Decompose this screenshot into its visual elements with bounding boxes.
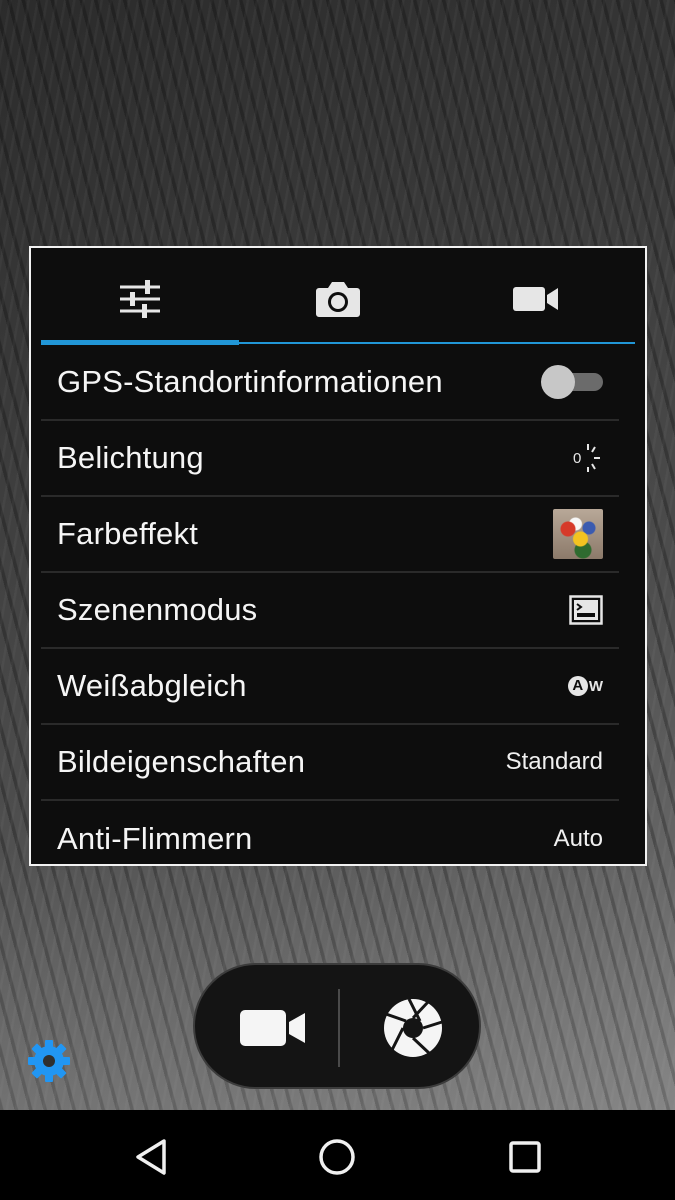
setting-label: Anti-Flimmern [57, 821, 253, 856]
nav-back-button[interactable] [126, 1132, 176, 1182]
aperture-icon [384, 998, 443, 1057]
home-circle-icon [319, 1139, 355, 1175]
navigation-bar [0, 1110, 675, 1200]
gps-toggle[interactable] [541, 365, 603, 399]
tab-general-settings[interactable] [41, 256, 239, 342]
capture-controls [193, 963, 481, 1089]
settings-tab-bar [41, 256, 635, 342]
setting-value: Auto [553, 825, 603, 852]
tab-photo-settings[interactable] [239, 256, 437, 342]
videocam-icon [240, 1010, 305, 1046]
setting-label: Weißabgleich [57, 668, 247, 703]
setting-exposure[interactable]: Belichtung 0 [41, 421, 619, 497]
setting-value: Standard [505, 748, 603, 775]
setting-label: Farbeffekt [57, 516, 199, 551]
setting-gps[interactable]: GPS-Standortinformationen [41, 345, 619, 421]
tab-video-settings[interactable] [437, 256, 635, 342]
setting-picture-properties[interactable]: Bildeigenschaften Standard [41, 725, 619, 801]
setting-label: Belichtung [57, 440, 204, 475]
shutter-button[interactable] [365, 991, 461, 1065]
nav-recents-button[interactable] [500, 1132, 550, 1182]
scene-mode-icon [569, 595, 603, 625]
color-effect-thumbnail [553, 509, 603, 559]
auto-white-balance-icon: A W [567, 676, 603, 696]
awb-letter: A [567, 676, 588, 696]
exposure-value: 0 [573, 450, 582, 467]
nav-home-button[interactable] [312, 1132, 362, 1182]
setting-label: GPS-Standortinformationen [57, 364, 443, 399]
back-triangle-icon [136, 1139, 166, 1175]
sliders-icon [120, 280, 160, 318]
setting-anti-flicker[interactable]: Anti-Flimmern Auto [41, 801, 619, 864]
capture-divider [338, 989, 340, 1067]
setting-label: Szenenmodus [57, 592, 258, 627]
exposure-icon: 0 [573, 443, 603, 473]
setting-label: Bildeigenschaften [57, 744, 306, 779]
recents-square-icon [509, 1141, 541, 1173]
settings-list: GPS-Standortinformationen Belichtung 0 F… [41, 345, 619, 864]
videocam-icon [513, 287, 558, 311]
record-video-button[interactable] [223, 995, 323, 1061]
setting-white-balance[interactable]: Weißabgleich A W [41, 649, 619, 725]
settings-panel: GPS-Standortinformationen Belichtung 0 F… [29, 246, 647, 866]
gear-icon [28, 1040, 70, 1082]
awb-suffix: W [588, 677, 603, 695]
toggle-thumb [541, 365, 575, 399]
camera-icon [316, 282, 360, 317]
setting-color-effect[interactable]: Farbeffekt [41, 497, 619, 573]
setting-scene-mode[interactable]: Szenenmodus [41, 573, 619, 649]
settings-button[interactable] [26, 1038, 72, 1084]
